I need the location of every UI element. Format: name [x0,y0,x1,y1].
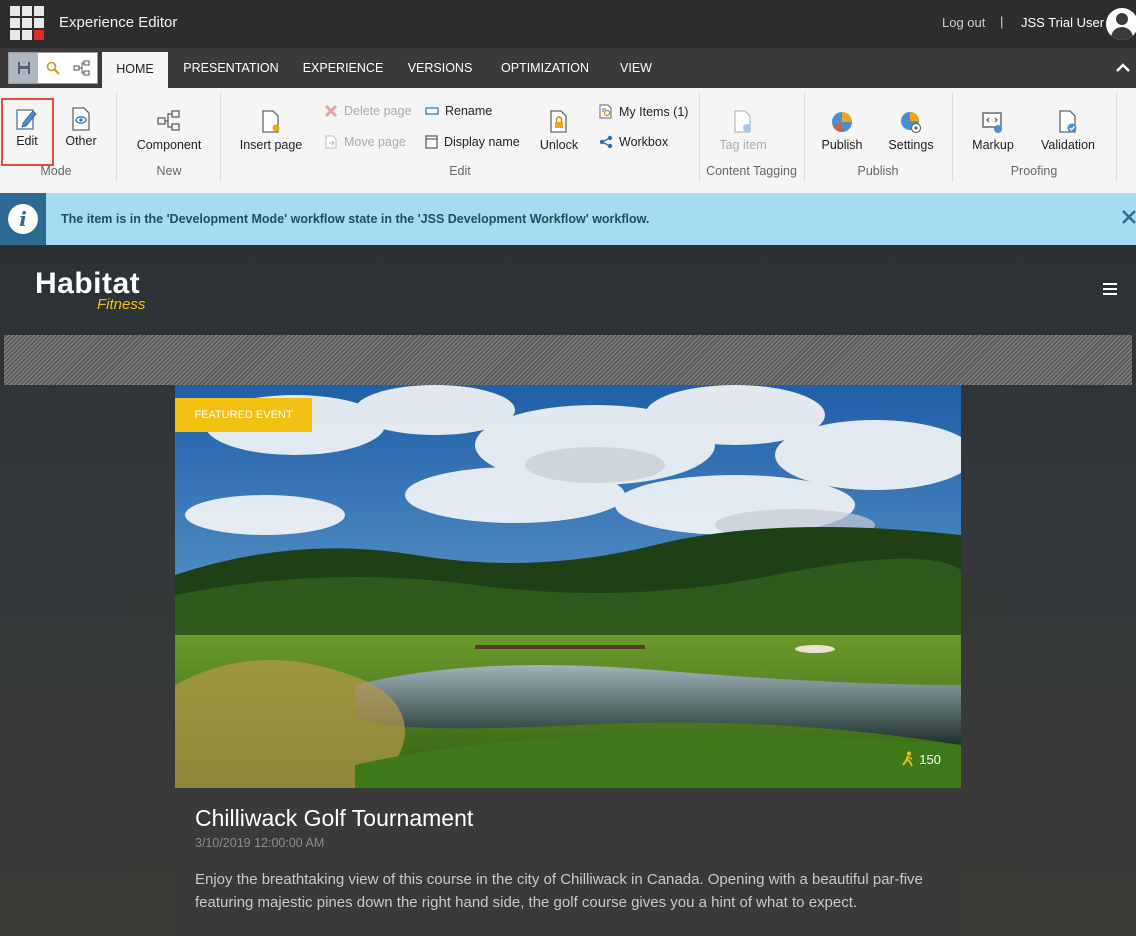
navigation-tree-icon[interactable] [68,53,97,83]
unlock-label: Unlock [539,138,579,152]
site-logo-subtitle: Fitness [97,296,146,313]
divider [116,92,117,182]
search-icon[interactable] [38,53,67,83]
display-name-button[interactable]: Display name [425,135,520,149]
app-title: Experience Editor [59,14,178,31]
avatar[interactable] [1106,8,1136,40]
event-date[interactable]: 3/10/2019 12:00:00 AM [195,836,324,850]
mode-group-label: Mode [40,164,72,178]
event-image[interactable]: FEATURED EVENT 150 [175,385,961,788]
attendee-count-value: 150 [919,751,941,767]
rename-label: Rename [445,104,493,118]
collapse-ribbon-icon[interactable] [1116,60,1130,76]
delete-page-button[interactable]: Delete page [324,104,411,118]
lock-icon [547,110,571,136]
preview-icon [69,106,93,132]
tab-view[interactable]: VIEW [610,48,662,88]
runner-icon [902,751,914,767]
other-label: Other [65,134,97,148]
display-name-label: Display name [444,135,520,149]
save-icon[interactable] [9,53,39,83]
hamburger-menu-icon[interactable] [1103,283,1117,298]
divider [1116,92,1117,182]
display-name-icon [425,135,438,149]
empty-placeholder[interactable] [4,335,1132,385]
tab-experience[interactable]: EXPERIENCE [296,48,390,88]
featured-event-card[interactable]: FEATURED EVENT 150 Chilliwack Golf Tourn… [175,385,961,936]
app-launcher-icon[interactable] [10,6,44,40]
featured-event-badge: FEATURED EVENT [175,398,312,432]
ribbon-tab-row: HOME PRESENTATION EXPERIENCE VERSIONS OP… [0,48,1136,88]
new-group-label: New [156,164,182,178]
publish-button[interactable]: Publish [816,110,868,152]
publish-settings-icon [899,110,923,136]
move-page-button[interactable]: Move page [324,135,406,149]
insert-page-label: Insert page [239,138,303,152]
unlock-button[interactable]: Unlock [536,110,582,152]
event-title[interactable]: Chilliwack Golf Tournament [195,805,473,832]
workflow-notification: i The item is in the 'Development Mode' … [0,193,1136,245]
tab-versions[interactable]: VERSIONS [400,48,480,88]
info-icon: i [0,193,46,245]
my-items-button[interactable]: My Items (1) [599,104,688,119]
move-page-label: Move page [344,135,406,149]
tag-item-label: Tag item [719,138,767,152]
publish-icon [830,110,854,136]
separator: | [1000,14,1004,29]
rename-icon [425,107,439,115]
my-items-icon [599,104,612,119]
proofing-group-label: Proofing [1010,164,1058,178]
validation-button[interactable]: Validation [1036,110,1100,152]
delete-page-label: Delete page [344,104,412,118]
insert-page-icon [259,110,283,136]
settings-button[interactable]: Settings [884,110,938,152]
notification-text: The item is in the 'Development Mode' wo… [61,212,650,226]
page-canvas: Habitat Fitness FEATURED EVENT 150 Chill… [0,245,1136,936]
publish-group-label: Publish [857,164,899,178]
event-description[interactable]: Enjoy the breathtaking view of this cour… [195,868,935,914]
quick-actions [8,52,98,84]
my-items-label: My Items (1) [619,104,689,119]
tab-presentation[interactable]: PRESENTATION [176,48,286,88]
tab-home[interactable]: HOME [102,52,168,88]
tag-icon [731,110,755,136]
tag-item-button[interactable]: Tag item [712,110,774,152]
markup-label: Markup [972,138,1014,152]
rename-button[interactable]: Rename [425,104,492,118]
edit-button-highlight [1,98,54,166]
settings-label: Settings [888,138,934,152]
markup-icon [981,110,1005,136]
other-mode-button[interactable]: Other [60,106,102,148]
content-tagging-group-label: Content Tagging [706,164,797,178]
insert-page-button[interactable]: Insert page [236,110,306,152]
move-page-icon [325,135,337,149]
close-icon[interactable] [1121,205,1136,231]
top-bar: Experience Editor Log out | JSS Trial Us… [0,0,1136,48]
ribbon: Edit Other Mode Component New Insert pag… [0,88,1136,194]
attendee-count: 150 [901,751,941,767]
workbox-label: Workbox [619,135,669,149]
logout-link[interactable]: Log out [942,15,985,30]
divider [220,92,221,182]
component-button[interactable]: Component [132,110,206,152]
component-label: Component [136,138,202,152]
edit-group-label: Edit [449,164,471,178]
validation-icon [1056,110,1080,136]
component-icon [157,110,181,136]
markup-button[interactable]: Markup [968,110,1018,152]
user-name: JSS Trial User [1021,15,1105,30]
tab-optimization[interactable]: OPTIMIZATION [490,48,600,88]
publish-label: Publish [821,138,863,152]
workbox-button[interactable]: Workbox [599,135,668,149]
delete-icon [324,104,338,118]
workbox-icon [599,135,613,149]
validation-label: Validation [1041,138,1095,152]
